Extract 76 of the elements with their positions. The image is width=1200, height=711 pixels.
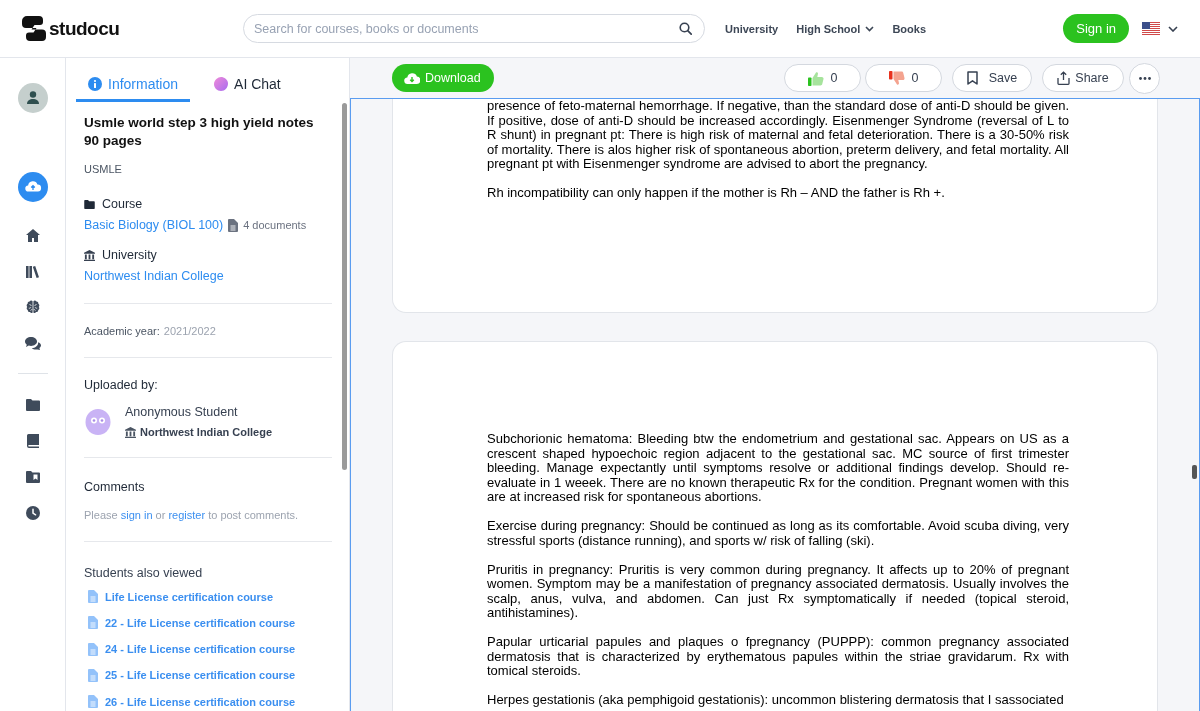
avatar-icon xyxy=(85,408,111,435)
text-link[interactable]: sign in xyxy=(120,509,153,521)
avatar-icon[interactable] xyxy=(17,83,48,113)
document-icon xyxy=(88,668,98,682)
course-link[interactable]: Basic Biology (BIOL 100) xyxy=(84,218,224,232)
search-icon[interactable] xyxy=(679,22,692,35)
logo-icon[interactable] xyxy=(22,16,46,41)
related-document-link[interactable]: 26 - Life License certification course xyxy=(88,695,332,709)
blob-icon xyxy=(214,76,229,91)
cloud-download-icon xyxy=(404,71,420,85)
folder-icon xyxy=(84,199,95,209)
academic-year-label: Academic year: xyxy=(84,325,160,337)
book-icon[interactable] xyxy=(26,434,39,448)
chevron-down-icon xyxy=(1168,25,1178,32)
comments-heading: Comments xyxy=(84,480,146,494)
document-paragraph: Pruritis in pregnancy: Pruritis is very common during pregnancy. It affects up to 20% of pregnant women. Symptom may be a manifestation of pregnancy associated dermatosis. Usually involves the scalp, anus, vulva, and abdomen. Can just Rx symptomatically if needed (topical steroid, antihistamines). xyxy=(487,562,1069,621)
college-link[interactable]: Northwest Indian College xyxy=(84,269,224,283)
university-label: University xyxy=(102,248,157,262)
document-paragraph: presence of feto-maternal hemorrhage. If negative, than the standard dose of anti-D should be given. If positive, dose of anti-D should be increased accordingly. Eisenmenger Syndrome (reversal of L to R shunt) in pregnant pt: There is high risk of maternal and fetal deterioration. There is a 30-50% risk of mortality. There is alos higher risk of spontaneous abortion, preterm delivery, and fetal mortality. All pregnant pt with Eisenmenger syndrome are advised to abort the pregnancy. xyxy=(487,99,1069,172)
document-paragraph: Exercise during pregnancy: Should be continued as long as its comfortable. Avoid scuba diving, very stressful sports (distance running), and sports w/ risk of falling (ski). xyxy=(487,519,1069,548)
related-document-link[interactable]: 25 - Life License certification course xyxy=(88,668,332,682)
document-paragraph: Papular urticarial papules and plaques o fpregnancy (PUPPP): common pregnancy associated dermatosis that is characterized by erythematous papules within the striae gravidarum. Rx with tomical steroids. xyxy=(487,635,1069,679)
chat-icon[interactable] xyxy=(24,336,41,350)
document-paragraph: Rh incompatibility can only happen if the mother is Rh – AND the father is Rh +. xyxy=(487,186,946,201)
comments-prompt: Please sign in or register to post comments. xyxy=(84,509,300,521)
dislike-button[interactable]: 0 xyxy=(865,64,942,92)
search-field[interactable]: Search for courses, books or documents xyxy=(243,14,705,43)
share-icon xyxy=(1057,71,1071,85)
save-button[interactable]: Save xyxy=(952,64,1032,92)
document-paragraph: Subchorionic hematoma: Bleeding btw the endometrium and gestational sac. Appears on US as a crescent shaped hypoechoic region adjacent to the gestational sac. MC source of first trimester bleeding. Manage expectantly until symptoms resolve or additional findings develop. Should re-evaluate in 1 weeek. There are no known therapeutic Rx for the condition. Pregnant women with this are at increased risk for spontaneous abortions. xyxy=(487,432,1069,505)
uploaded-by-heading: Uploaded by: xyxy=(84,378,159,392)
document-icon xyxy=(88,616,98,630)
clock-icon[interactable] xyxy=(25,506,40,520)
upload-cloud-icon[interactable] xyxy=(17,172,48,202)
bank-icon xyxy=(84,249,95,261)
thumbs-up-icon xyxy=(807,70,824,86)
academic-year-value: 2021/2022 xyxy=(163,325,216,337)
folder-bookmark-icon[interactable] xyxy=(25,471,40,483)
document-icon xyxy=(88,590,98,603)
more-icon xyxy=(1138,76,1151,80)
scrollbar-thumb[interactable] xyxy=(342,103,347,470)
scrollbar-thumb[interactable] xyxy=(1192,465,1197,479)
nav-link[interactable]: University xyxy=(725,22,779,35)
also-viewed-heading: Students also viewed xyxy=(84,566,204,580)
uploader-school: Northwest Indian College xyxy=(140,426,272,438)
folder-icon[interactable] xyxy=(25,399,40,411)
related-document-link[interactable]: Life License certification course xyxy=(88,590,332,603)
text-link[interactable]: register xyxy=(168,509,206,521)
nav-link[interactable]: High School xyxy=(796,22,875,35)
nav-link[interactable]: Books xyxy=(892,22,926,35)
document-icon xyxy=(228,218,239,232)
panel-tab[interactable]: AI Chat xyxy=(202,58,293,102)
brain-icon[interactable] xyxy=(25,300,40,314)
course-label: Course xyxy=(102,197,143,211)
panel-tab[interactable]: Information xyxy=(76,58,191,102)
related-document-link[interactable]: 22 - Life License certification course xyxy=(88,616,332,630)
document-count: 4 documents xyxy=(243,219,307,231)
document-paragraph: Herpes gestationis (aka pemphigoid gestationis): uncommon blistering dermatosis that I sassociated xyxy=(487,693,1065,708)
bookmark-icon xyxy=(966,71,978,85)
logo-text[interactable]: studocu xyxy=(49,17,120,40)
document-icon xyxy=(88,642,98,656)
bank-icon xyxy=(125,426,136,438)
thumbs-down-icon xyxy=(888,70,905,86)
document-title: Usmle world step 3 high yield notes 90 pages xyxy=(84,114,315,150)
uploader-name[interactable]: Anonymous Student xyxy=(125,405,272,419)
books-icon[interactable] xyxy=(25,264,40,278)
info-icon xyxy=(88,76,102,91)
related-document-link[interactable]: 24 - Life License certification course xyxy=(88,642,332,656)
like-button[interactable]: 0 xyxy=(784,64,861,92)
download-button[interactable]: Download xyxy=(392,64,494,92)
home-icon[interactable] xyxy=(25,228,40,242)
sign-in-button[interactable]: Sign in xyxy=(1063,14,1129,43)
share-button[interactable]: Share xyxy=(1042,64,1124,92)
document-tag: USMLE xyxy=(84,163,332,175)
language-selector[interactable] xyxy=(1142,22,1178,35)
flag-icon xyxy=(1142,22,1160,35)
